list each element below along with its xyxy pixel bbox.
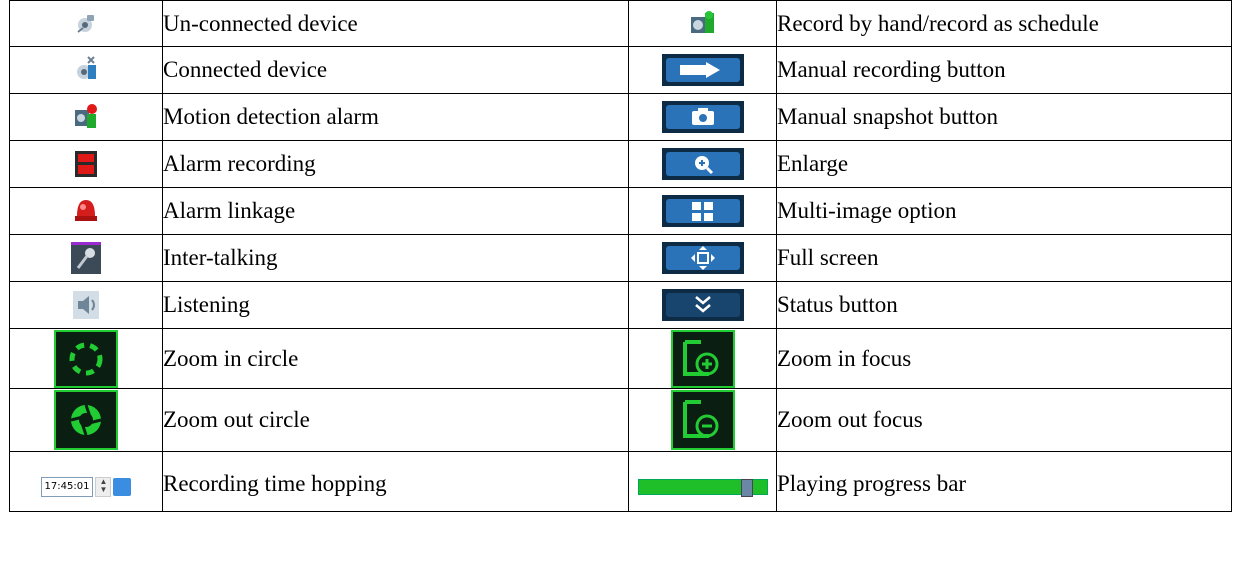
legend-label: Multi-image option xyxy=(776,187,1232,235)
enlarge-icon[interactable] xyxy=(661,148,744,180)
legend-label: Playing progress bar xyxy=(776,451,1232,512)
full-screen-icon[interactable] xyxy=(661,242,744,274)
time-spinner-icon[interactable]: ▲ ▼ xyxy=(95,476,112,497)
status-icon[interactable] xyxy=(661,289,744,321)
motion-alarm-icon xyxy=(73,102,99,132)
table-row: Un-connected device Record by hand/recor… xyxy=(9,0,1232,47)
progress-knob[interactable] xyxy=(740,479,753,497)
legend-label: Un-connected device xyxy=(162,0,629,47)
multi-image-icon[interactable] xyxy=(661,195,744,227)
alarm-recording-icon xyxy=(75,151,97,177)
legend-label: Recording time hopping xyxy=(162,451,629,512)
table-row: Zoom out circle Zoom out focus xyxy=(9,388,1232,452)
legend-label: Zoom out focus xyxy=(776,388,1232,452)
unconnected-device-icon xyxy=(74,12,98,36)
time-hop-control[interactable]: 17:45:01 ▲ ▼ xyxy=(40,476,132,497)
legend-label: Listening xyxy=(162,281,629,329)
legend-label: Connected device xyxy=(162,46,629,94)
table-row: Listening Status button xyxy=(9,281,1232,329)
legend-label: Zoom in circle xyxy=(162,328,629,389)
legend-label: Manual recording button xyxy=(776,46,1232,94)
legend-label: Zoom in focus xyxy=(776,328,1232,389)
alarm-linkage-icon xyxy=(73,196,99,226)
connected-device-icon xyxy=(74,55,98,85)
table-row: Zoom in circle Zoom in focus xyxy=(9,328,1232,389)
zoom-in-circle-icon[interactable] xyxy=(54,329,118,388)
legend-label: Alarm linkage xyxy=(162,187,629,235)
table-row: Alarm recording Enlarge xyxy=(9,140,1232,188)
record-schedule-icon xyxy=(689,9,717,39)
zoom-in-focus-icon[interactable] xyxy=(670,329,735,388)
legend-label: Motion detection alarm xyxy=(162,93,629,141)
legend-label: Zoom out circle xyxy=(162,388,629,452)
legend-label: Inter-talking xyxy=(162,234,629,282)
microphone-icon xyxy=(71,242,101,274)
table-row: Motion detection alarm Manual snapshot b… xyxy=(9,93,1232,141)
speaker-icon xyxy=(73,291,99,319)
table-row: Alarm linkage Multi-image option xyxy=(9,187,1232,235)
time-field[interactable]: 17:45:01 xyxy=(40,476,94,497)
zoom-out-focus-icon[interactable] xyxy=(670,390,735,450)
progress-bar[interactable] xyxy=(637,479,768,497)
go-arrow-icon[interactable] xyxy=(113,477,132,496)
zoom-out-circle-icon[interactable] xyxy=(54,390,118,450)
table-row: 17:45:01 ▲ ▼ Recording time hopping Playi… xyxy=(9,451,1232,512)
snapshot-icon[interactable] xyxy=(661,101,744,133)
icon-legend-table: Un-connected device Record by hand/recor… xyxy=(9,0,1232,512)
table-row: Connected device Manual recording button xyxy=(9,46,1232,94)
legend-label: Full screen xyxy=(776,234,1232,282)
legend-label: Status button xyxy=(776,281,1232,329)
legend-label: Enlarge xyxy=(776,140,1232,188)
manual-record-icon[interactable] xyxy=(661,54,744,86)
table-row: Inter-talking Full screen xyxy=(9,234,1232,282)
legend-label: Record by hand/record as schedule xyxy=(776,0,1232,47)
legend-label: Manual snapshot button xyxy=(776,93,1232,141)
legend-label: Alarm recording xyxy=(162,140,629,188)
